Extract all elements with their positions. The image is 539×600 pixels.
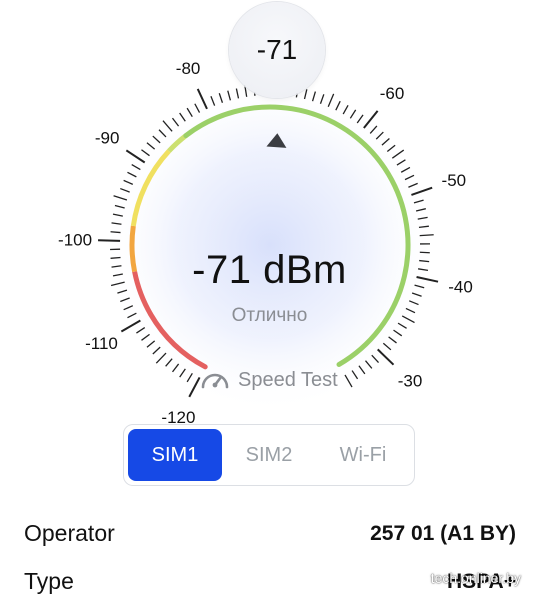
- gauge-scale-label: -80: [176, 59, 201, 78]
- current-value-text: -71: [256, 34, 298, 65]
- gauge-scale-label: -110: [85, 334, 118, 353]
- gauge-tick: [419, 234, 434, 237]
- signal-quality-label: Отлично: [231, 305, 308, 326]
- speed-test-label: Speed Test: [238, 368, 338, 391]
- gauge-scale-label: -100: [58, 231, 92, 250]
- watermark: tech.onliner.by: [430, 570, 521, 586]
- gauge-scale-label: -30: [398, 372, 423, 391]
- type-label: Type: [24, 568, 74, 594]
- operator-label: Operator: [24, 520, 115, 546]
- tab-wifi[interactable]: Wi-Fi: [316, 429, 410, 481]
- speed-test-button[interactable]: Speed Test: [200, 368, 338, 392]
- tab-wifi-label: Wi-Fi: [339, 443, 387, 466]
- gauge-scale-label: -90: [95, 129, 120, 148]
- signal-strength-value: -71 dBm: [192, 248, 347, 292]
- gauge-glow: [100, 75, 440, 415]
- current-value-bubble: -71: [229, 2, 325, 98]
- tab-sim1[interactable]: SIM1: [128, 429, 222, 481]
- gauge-scale-label: -60: [380, 84, 405, 103]
- gauge-scale-label: -50: [442, 171, 467, 190]
- tab-sim2[interactable]: SIM2: [222, 429, 316, 481]
- tab-sim2-label: SIM2: [245, 443, 293, 466]
- gauge-tick: [98, 239, 121, 242]
- gauge-tick: [110, 231, 121, 234]
- operator-row: Operator 257 01 (A1 BY): [24, 520, 516, 547]
- tab-sim1-label: SIM1: [151, 443, 199, 466]
- speedometer-icon: [201, 373, 229, 389]
- operator-value: 257 01 (A1 BY): [370, 521, 516, 545]
- connection-tabs: SIM1 SIM2 Wi-Fi: [123, 424, 415, 486]
